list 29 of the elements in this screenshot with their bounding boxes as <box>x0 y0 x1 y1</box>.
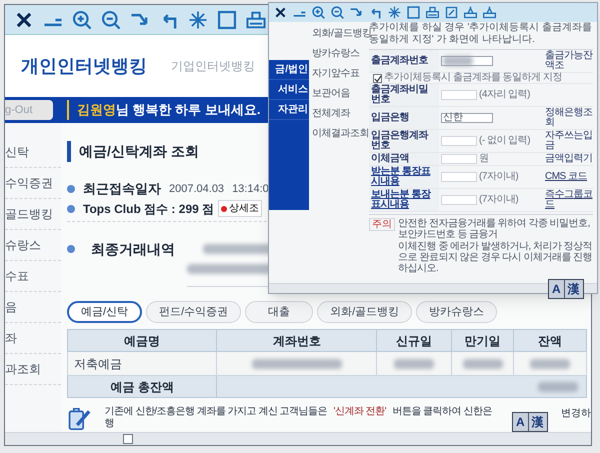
column-header: 잔액 <box>514 330 586 352</box>
notice-text: 기존에 신한/조흥은행 계좌를 가지고 계신 고객님들은 '신계좌 전환' 버튼을 클릭하여 신한은행 <box>104 406 493 430</box>
caution-text: 안전한 전자금융거래를 위하여 각종 비밀번호, 보안카드번호 등 금융거 <box>398 218 591 240</box>
column-header: 만기일 <box>452 330 514 352</box>
field-label: 입금은행계좌번호 <box>369 130 439 152</box>
field-label: 출금계좌비밀번호 <box>369 84 439 106</box>
field-hint: (7자이내) <box>479 195 518 205</box>
site-title: 개인인터넷뱅킹 <box>21 54 147 78</box>
row-label: 최종거래내역 <box>91 240 175 258</box>
greeting-text: 김원영님 행복한 하루 보내세요. <box>67 100 260 120</box>
notice-text: 변경하 <box>561 407 591 421</box>
field-label: 이체금액 <box>369 152 439 166</box>
field-label: 입금은행 <box>369 106 439 130</box>
field-label: 출금계좌번호 <box>369 50 439 72</box>
caution-tag: 주의 <box>369 218 395 231</box>
login-time: 13:14:0 <box>232 182 269 197</box>
field-hint: (4자리 입력) <box>479 90 530 100</box>
caution-text: 이체진행 중 에러가 발생하거나, 처리가 정상적으로 완료되지 않은 경우 다시 이체거래를 진행하십시오. <box>398 241 593 274</box>
field-hint: (7자이내) <box>479 172 518 182</box>
column-header: 계좌번호 <box>216 330 377 352</box>
total-label: 예금 총잔액 <box>68 376 217 398</box>
column-header: 신규일 <box>376 330 452 352</box>
info-text: 추가이체를 하실 경우 '추가이체등록시 출금계좌를 동일하게 지정' 가 화면에 나타납니다. <box>369 22 593 46</box>
column-header: 예금명 <box>68 330 217 352</box>
field-hint: 원 <box>479 154 488 164</box>
checkbox-label: 추가이체등록시 출금계좌를 동일하게 지정 <box>384 73 562 83</box>
tops-club-score: Tops Club 점수 : 299 점 <box>83 200 214 218</box>
login-date: 2007.04.03 <box>169 182 224 197</box>
row-label: 최근접속일자 <box>83 180 161 198</box>
